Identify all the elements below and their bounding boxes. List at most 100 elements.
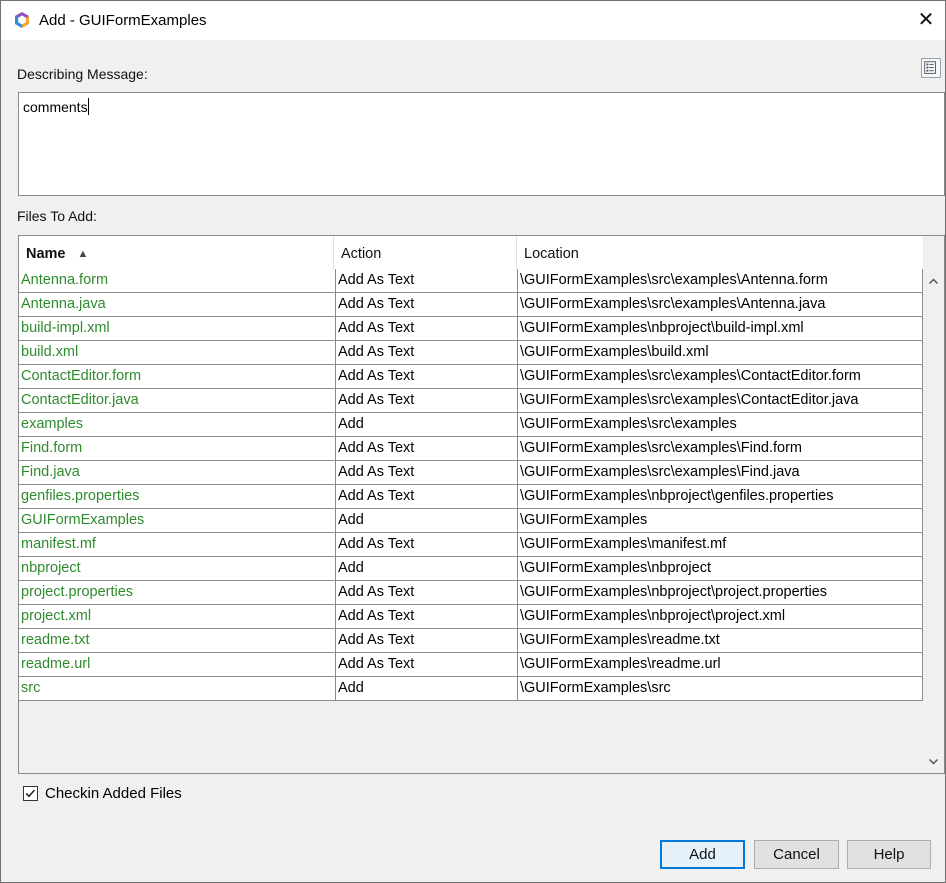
cell-name: genfiles.properties xyxy=(21,488,140,504)
table-row[interactable]: project.xml Add As Text \GUIFormExamples\n… xyxy=(19,605,923,629)
cell-action[interactable]: Add As Text xyxy=(335,533,517,556)
cell-location: \GUIFormExamples\src\examples\ContactEdi… xyxy=(517,365,923,388)
netbeans-app-icon xyxy=(15,12,29,28)
cell-action[interactable]: Add xyxy=(335,413,517,436)
close-icon[interactable]: ✕ xyxy=(907,3,945,37)
cell-location: \GUIFormExamples\nbproject\project.prope… xyxy=(517,581,923,604)
cancel-button[interactable]: Cancel xyxy=(754,840,839,869)
message-template-icon[interactable] xyxy=(921,58,941,78)
cell-name: ContactEditor.java xyxy=(21,392,139,408)
cell-location: \GUIFormExamples\src\examples xyxy=(517,413,923,436)
cell-location: \GUIFormExamples\nbproject\build-impl.xm… xyxy=(517,317,923,340)
cell-name: readme.url xyxy=(21,656,91,672)
cell-location: \GUIFormExamples\src\examples\ContactEdi… xyxy=(517,389,923,412)
add-button[interactable]: Add xyxy=(660,840,745,869)
cell-action[interactable]: Add As Text xyxy=(335,461,517,484)
cell-name: Antenna.java xyxy=(21,296,106,312)
files-table: Name ▲ Action Location Antenna.form Add As… xyxy=(18,235,945,774)
cell-location: \GUIFormExamples\readme.txt xyxy=(517,629,923,652)
cell-action[interactable]: Add xyxy=(335,557,517,580)
cell-action[interactable]: Add As Text xyxy=(335,293,517,316)
cell-location: \GUIFormExamples\nbproject xyxy=(517,557,923,580)
cell-name: Find.java xyxy=(21,464,80,480)
cell-name: manifest.mf xyxy=(21,536,96,552)
cell-action[interactable]: Add xyxy=(335,509,517,532)
table-row[interactable]: ContactEditor.java Add As Text \GUIFormExa… xyxy=(19,389,923,413)
table-row[interactable]: Find.java Add As Text \GUIFormExamples\src… xyxy=(19,461,923,485)
describing-message-input[interactable]: comments xyxy=(18,92,945,196)
cell-name: project.xml xyxy=(21,608,92,624)
column-header-action[interactable]: Action xyxy=(334,236,517,269)
cell-location: \GUIFormExamples xyxy=(517,509,923,532)
cell-location: \GUIFormExamples\nbproject\genfiles.prop… xyxy=(517,485,923,508)
cell-action[interactable]: Add xyxy=(335,677,517,700)
cell-action[interactable]: Add As Text xyxy=(335,269,517,292)
list-icon xyxy=(924,61,936,74)
window-title: Add - GUIFormExamples xyxy=(39,12,207,29)
cell-location: \GUIFormExamples\readme.url xyxy=(517,653,923,676)
title-bar: Add - GUIFormExamples ✕ xyxy=(1,1,945,40)
scroll-up-icon[interactable] xyxy=(928,276,939,287)
table-row[interactable]: manifest.mf Add As Text \GUIFormExamples\m… xyxy=(19,533,923,557)
cell-action[interactable]: Add As Text xyxy=(335,341,517,364)
table-row[interactable]: Find.form Add As Text \GUIFormExamples\src… xyxy=(19,437,923,461)
checkin-label: Checkin Added Files xyxy=(45,785,182,802)
table-row[interactable]: examples Add \GUIFormExamples\src\examples xyxy=(19,413,923,437)
table-row[interactable]: genfiles.properties Add As Text \GUIFormEx… xyxy=(19,485,923,509)
cell-location: \GUIFormExamples\src xyxy=(517,677,923,700)
cell-action[interactable]: Add As Text xyxy=(335,365,517,388)
cell-action[interactable]: Add As Text xyxy=(335,485,517,508)
cell-action[interactable]: Add As Text xyxy=(335,653,517,676)
help-button[interactable]: Help xyxy=(847,840,931,869)
column-header-name[interactable]: Name ▲ xyxy=(19,236,334,269)
column-header-location[interactable]: Location xyxy=(517,236,923,269)
cell-action[interactable]: Add As Text xyxy=(335,605,517,628)
cell-name: Antenna.form xyxy=(21,272,109,288)
cell-location: \GUIFormExamples\src\examples\Antenna.ja… xyxy=(517,293,923,316)
cell-action[interactable]: Add As Text xyxy=(335,581,517,604)
cell-location: \GUIFormExamples\src\examples\Antenna.fo… xyxy=(517,269,923,292)
table-row[interactable]: GUIFormExamples Add \GUIFormExamples xyxy=(19,509,923,533)
table-row[interactable]: Antenna.java Add As Text \GUIFormExamples\… xyxy=(19,293,923,317)
table-row[interactable]: build-impl.xml Add As Text \GUIFormExample… xyxy=(19,317,923,341)
cell-name: examples xyxy=(21,416,84,432)
cell-location: \GUIFormExamples\build.xml xyxy=(517,341,923,364)
cell-name: src xyxy=(21,680,41,696)
cell-name: ContactEditor.form xyxy=(21,368,142,384)
table-row[interactable]: build.xml Add As Text \GUIFormExamples\bui… xyxy=(19,341,923,365)
cell-action[interactable]: Add As Text xyxy=(335,389,517,412)
cell-name: readme.txt xyxy=(21,632,90,648)
vertical-scrollbar[interactable] xyxy=(923,269,944,773)
add-dialog: Add - GUIFormExamples ✕ Describing Messa… xyxy=(0,0,946,883)
scroll-down-icon[interactable] xyxy=(928,756,939,767)
sort-ascending-icon: ▲ xyxy=(77,248,89,260)
text-caret xyxy=(87,98,89,115)
table-row[interactable]: src Add \GUIFormExamples\src xyxy=(19,677,923,701)
table-row[interactable]: readme.url Add As Text \GUIFormExamples\re… xyxy=(19,653,923,677)
cell-name: GUIFormExamples xyxy=(21,512,145,528)
cell-name: Find.form xyxy=(21,440,83,456)
table-row[interactable]: project.properties Add As Text \GUIFormExa… xyxy=(19,581,923,605)
table-row[interactable]: readme.txt Add As Text \GUIFormExamples\re… xyxy=(19,629,923,653)
table-row[interactable]: ContactEditor.form Add As Text \GUIFormExa… xyxy=(19,365,923,389)
files-to-add-label: Files To Add: xyxy=(17,208,97,224)
describing-message-label: Describing Message: xyxy=(17,66,148,82)
cell-name: project.properties xyxy=(21,584,134,600)
checkmark-icon xyxy=(25,789,35,798)
cell-action[interactable]: Add As Text xyxy=(335,437,517,460)
cell-name: build-impl.xml xyxy=(21,320,110,336)
cell-name: nbproject xyxy=(21,560,81,576)
table-header: Name ▲ Action Location xyxy=(19,236,923,270)
checkin-checkbox[interactable] xyxy=(23,786,38,801)
cell-action[interactable]: Add As Text xyxy=(335,317,517,340)
table-row[interactable]: Antenna.form Add As Text \GUIFormExamples\… xyxy=(19,269,923,293)
cell-name: build.xml xyxy=(21,344,79,360)
cell-location: \GUIFormExamples\manifest.mf xyxy=(517,533,923,556)
cell-action[interactable]: Add As Text xyxy=(335,629,517,652)
cell-location: \GUIFormExamples\src\examples\Find.java xyxy=(517,461,923,484)
table-row[interactable]: nbproject Add \GUIFormExamples\nbproject xyxy=(19,557,923,581)
describing-message-value: comments xyxy=(23,99,88,115)
cell-location: \GUIFormExamples\nbproject\project.xml xyxy=(517,605,923,628)
cell-location: \GUIFormExamples\src\examples\Find.form xyxy=(517,437,923,460)
table-body: Antenna.form Add As Text \GUIFormExamples\… xyxy=(19,269,923,701)
